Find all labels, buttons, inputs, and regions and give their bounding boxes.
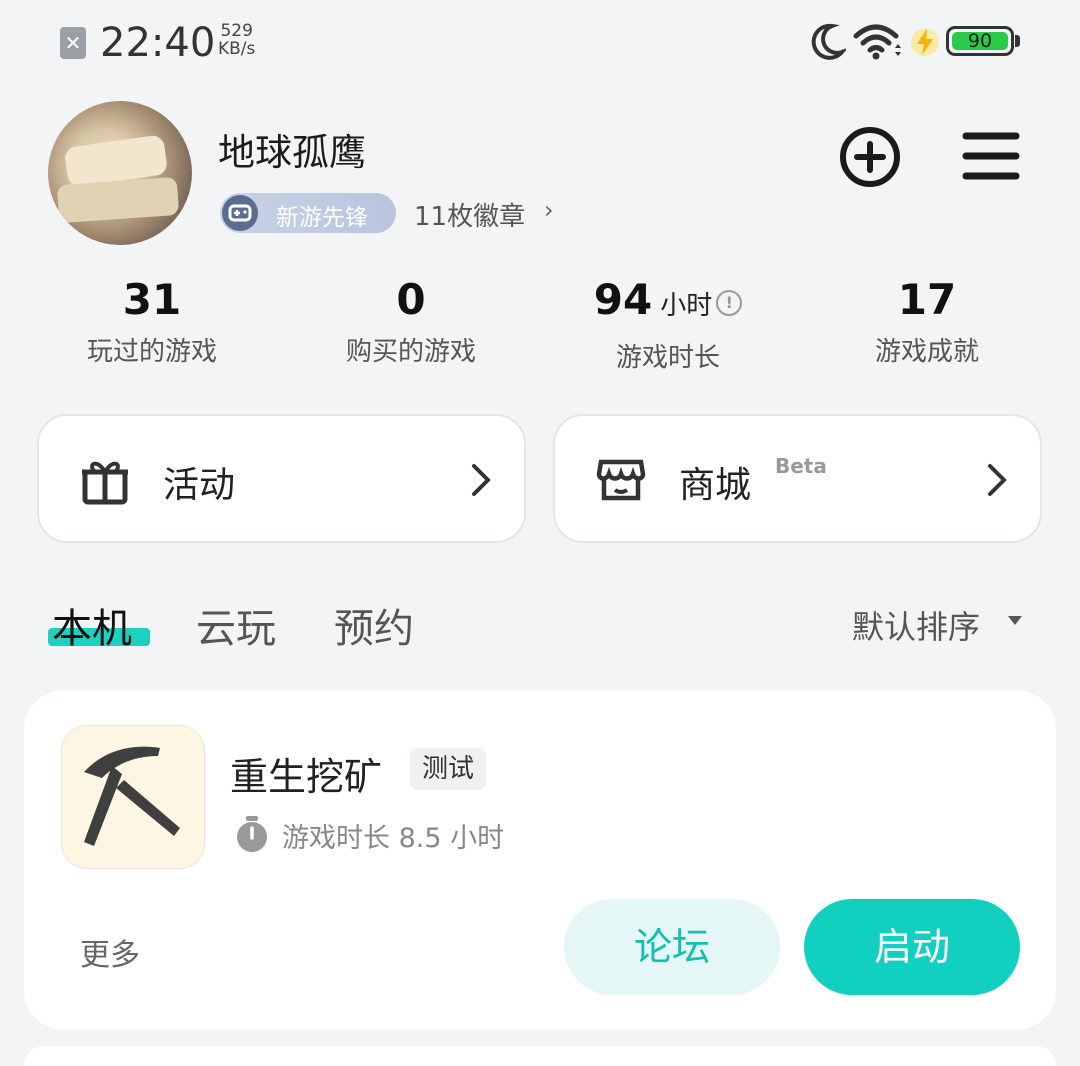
next-game-card <box>24 1046 1056 1066</box>
gamepad-icon <box>222 195 258 231</box>
sort-dropdown[interactable]: 默认排序 <box>852 602 980 648</box>
stat-play-time[interactable]: 94 小时! 游戏时长 <box>548 275 788 374</box>
stat-unit: 小时 <box>660 291 713 321</box>
activity-label: 活动 <box>163 465 236 506</box>
stat-played-games[interactable]: 31 玩过的游戏 <box>32 275 272 368</box>
forum-button[interactable]: 论坛 <box>564 899 780 995</box>
battery-icon: 90 <box>946 26 1014 56</box>
chevron-right-icon <box>472 464 491 496</box>
test-tag: 测试 <box>410 748 487 790</box>
store-card[interactable]: 商城 Beta <box>553 414 1042 543</box>
status-time: 22:40 <box>100 20 216 66</box>
gift-icon <box>82 461 128 505</box>
battery-nub <box>1015 35 1020 47</box>
avatar[interactable] <box>48 101 192 245</box>
stopwatch-icon <box>237 816 267 852</box>
stat-value: 0 <box>396 275 426 324</box>
net-speed: 529 KB/s <box>218 22 255 58</box>
beta-tag: Beta <box>775 454 827 478</box>
wifi-icon <box>853 24 901 60</box>
activity-card[interactable]: 活动 <box>37 414 526 543</box>
notification-blocked-icon: ✕ <box>60 27 86 59</box>
badge-pill[interactable]: 新游先锋 <box>220 193 396 233</box>
battery-level: 90 <box>952 32 1008 51</box>
tab-local[interactable]: 本机 <box>52 596 132 654</box>
stat-label: 游戏成就 <box>874 337 979 367</box>
menu-icon[interactable] <box>962 131 1020 181</box>
stat-value: 94 <box>593 275 653 324</box>
caret-down-icon <box>1008 616 1022 625</box>
stat-label: 游戏时长 <box>615 343 720 373</box>
username[interactable]: 地球孤鹰 <box>218 122 366 176</box>
start-button[interactable]: 启动 <box>804 899 1020 995</box>
more-link[interactable]: 更多 <box>80 930 140 974</box>
store-label: 商城 <box>679 465 752 506</box>
stat-value: 17 <box>897 275 957 324</box>
add-circle-icon[interactable] <box>838 125 902 189</box>
tab-cloud[interactable]: 云玩 <box>196 596 276 654</box>
chevron-right-icon: › <box>544 196 554 224</box>
net-speed-value: 529 <box>220 21 253 41</box>
avatar-image-part <box>56 176 180 224</box>
charging-bolt-icon <box>911 28 939 56</box>
game-card[interactable]: 重生挖矿 测试 游戏时长 8.5 小时 更多 论坛 启动 <box>24 690 1056 1030</box>
badge-label: 新游先锋 <box>276 205 368 231</box>
info-icon[interactable]: ! <box>716 289 743 316</box>
stat-label: 购买的游戏 <box>345 337 476 367</box>
stat-value: 31 <box>122 275 182 324</box>
badge-count-link[interactable]: 11枚徽章 <box>414 196 525 233</box>
stat-achievements[interactable]: 17 游戏成就 <box>807 275 1047 368</box>
tab-reservation[interactable]: 预约 <box>334 596 414 654</box>
store-icon <box>596 459 646 501</box>
game-icon[interactable] <box>61 725 205 869</box>
pickaxe-icon <box>84 746 180 846</box>
chevron-right-icon <box>988 464 1007 496</box>
game-title[interactable]: 重生挖矿 <box>230 746 382 801</box>
game-playtime: 游戏时长 8.5 小时 <box>282 823 505 854</box>
stat-label: 玩过的游戏 <box>86 337 217 367</box>
net-speed-unit: KB/s <box>218 39 256 59</box>
moon-icon <box>811 23 846 60</box>
stat-purchased-games[interactable]: 0 购买的游戏 <box>291 275 531 368</box>
